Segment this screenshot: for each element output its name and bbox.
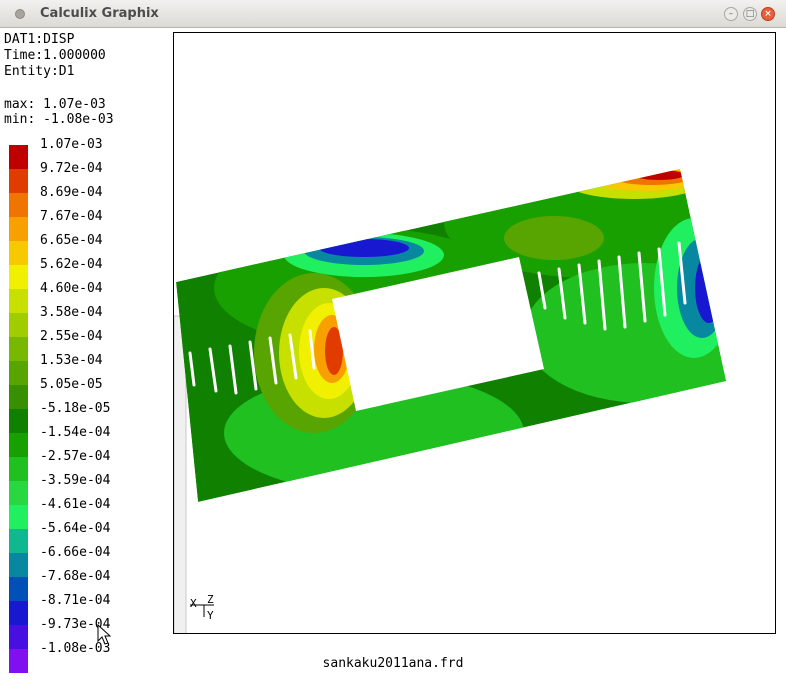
legend-swatch bbox=[9, 385, 28, 409]
legend-swatch bbox=[9, 289, 28, 313]
legend-swatch bbox=[9, 169, 28, 193]
legend-label: -5.18e-05 bbox=[40, 401, 111, 416]
legend-swatch bbox=[9, 601, 28, 625]
title-bar[interactable]: Calculix Graphix – □ × bbox=[0, 0, 786, 28]
legend-swatch bbox=[9, 337, 28, 361]
legend-label: 2.55e-04 bbox=[40, 329, 103, 344]
legend-label: 4.60e-04 bbox=[40, 281, 103, 296]
max-label: max: 1.07e-03 bbox=[4, 97, 106, 112]
legend-swatch bbox=[9, 457, 28, 481]
legend-label: -7.68e-04 bbox=[40, 569, 111, 584]
legend-swatch bbox=[9, 313, 28, 337]
dataset-label: DAT1:DISP bbox=[4, 32, 75, 47]
legend-swatch bbox=[9, 625, 28, 649]
mouse-cursor-icon bbox=[97, 624, 111, 645]
legend-label: 9.72e-04 bbox=[40, 161, 103, 176]
legend-swatch bbox=[9, 553, 28, 577]
legend-swatch bbox=[9, 217, 28, 241]
legend-label: -1.54e-04 bbox=[40, 425, 111, 440]
legend-label: 1.53e-04 bbox=[40, 353, 103, 368]
legend-label: -4.61e-04 bbox=[40, 497, 111, 512]
window-title: Calculix Graphix bbox=[40, 6, 159, 21]
window-menu-icon[interactable] bbox=[15, 9, 25, 19]
legend-swatch bbox=[9, 145, 28, 169]
fem-model: X Z Y bbox=[174, 169, 726, 633]
legend-label: 5.62e-04 bbox=[40, 257, 103, 272]
legend-label: -6.66e-04 bbox=[40, 545, 111, 560]
legend-label: 8.69e-04 bbox=[40, 185, 103, 200]
legend-label: 3.58e-04 bbox=[40, 305, 103, 320]
filename-label: sankaku2011ana.frd bbox=[322, 656, 464, 671]
legend-label: 5.05e-05 bbox=[40, 377, 103, 392]
legend-label: -8.71e-04 bbox=[40, 593, 111, 608]
legend-label: -2.57e-04 bbox=[40, 449, 111, 464]
minimize-icon[interactable]: – bbox=[724, 7, 738, 21]
legend-swatch bbox=[9, 241, 28, 265]
legend-swatch bbox=[9, 193, 28, 217]
legend-swatch bbox=[9, 265, 28, 289]
entity-label: Entity:D1 bbox=[4, 64, 75, 79]
legend-label: 1.07e-03 bbox=[40, 137, 103, 152]
legend-swatch bbox=[9, 409, 28, 433]
legend-label: 7.67e-04 bbox=[40, 209, 103, 224]
close-icon[interactable]: × bbox=[761, 7, 775, 21]
legend-swatch bbox=[9, 577, 28, 601]
legend-label: -3.59e-04 bbox=[40, 473, 111, 488]
legend-swatch bbox=[9, 433, 28, 457]
maximize-icon[interactable]: □ bbox=[743, 7, 757, 21]
legend-label: -5.64e-04 bbox=[40, 521, 111, 536]
legend-swatch bbox=[9, 361, 28, 385]
axis-y-label: Y bbox=[207, 609, 214, 622]
axis-z-label: Z bbox=[207, 593, 214, 606]
legend-swatch bbox=[9, 529, 28, 553]
axis-x-label: X bbox=[190, 597, 197, 610]
min-label: min: -1.08e-03 bbox=[4, 112, 114, 127]
time-label: Time:1.000000 bbox=[4, 48, 106, 63]
legend-swatch bbox=[9, 481, 28, 505]
legend-swatch bbox=[9, 505, 28, 529]
legend-label: 6.65e-04 bbox=[40, 233, 103, 248]
graphics-viewport[interactable]: X Z Y bbox=[173, 32, 776, 634]
